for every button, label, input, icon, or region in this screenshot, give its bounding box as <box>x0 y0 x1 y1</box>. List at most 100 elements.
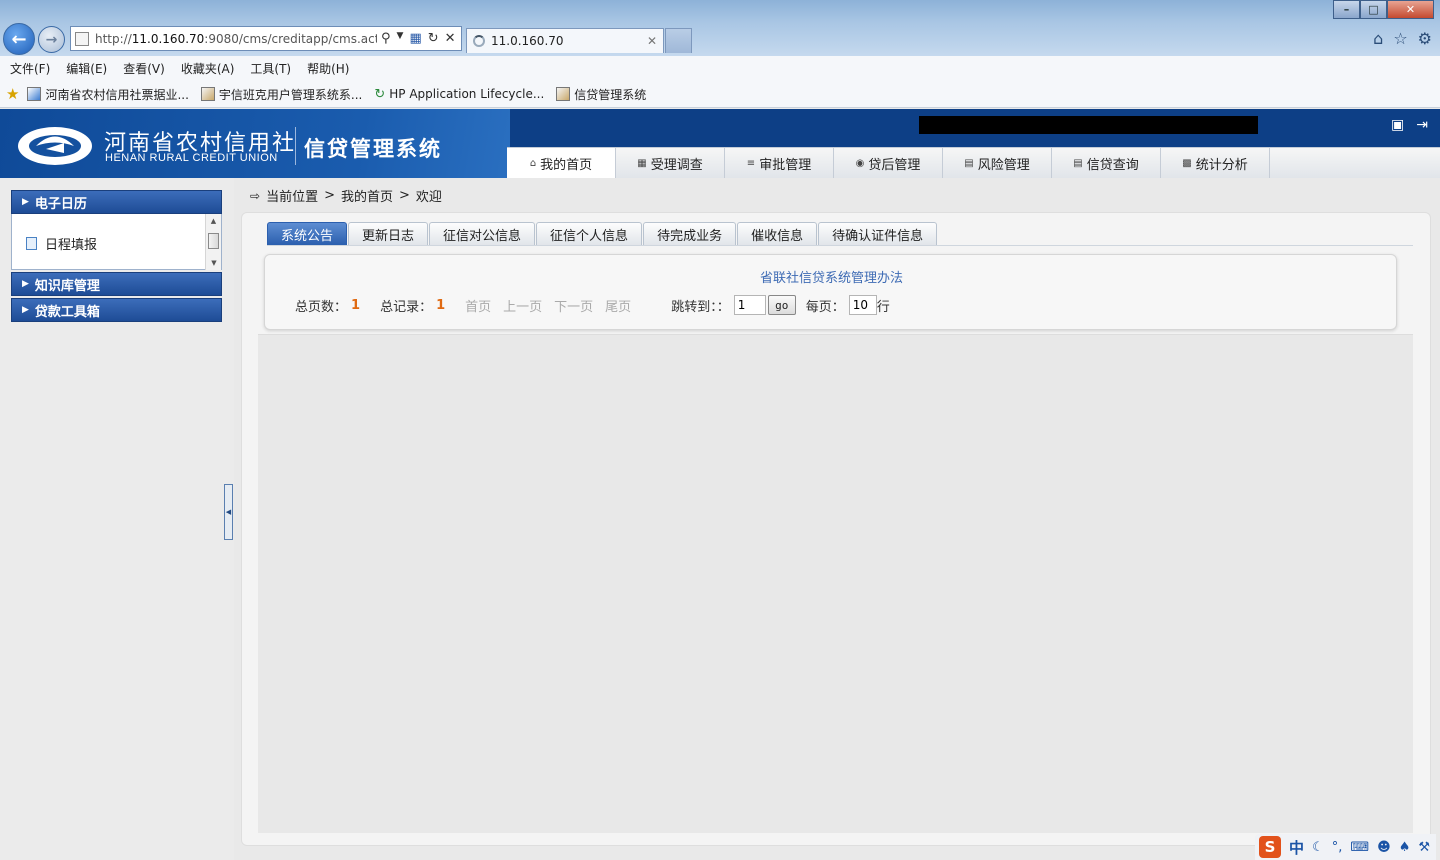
sidebar-section-loan-tools[interactable]: ▶ 贷款工具箱 <box>11 298 222 322</box>
user-icon[interactable]: ☻ <box>1377 840 1391 855</box>
wrench-icon[interactable]: ⚒ <box>1418 840 1430 855</box>
punctuation-icon[interactable]: °, <box>1332 840 1343 855</box>
new-tab-button[interactable] <box>665 28 692 53</box>
stop-icon[interactable]: ✕ <box>445 31 456 46</box>
nav-statistics[interactable]: ▩ 统计分析 <box>1161 148 1270 178</box>
tab-update-log[interactable]: 更新日志 <box>348 222 429 245</box>
moon-icon[interactable]: ☾ <box>1312 840 1324 855</box>
tab-close-icon[interactable]: ✕ <box>647 34 657 48</box>
nav-credit-query[interactable]: ▤ 信贷查询 <box>1052 148 1161 178</box>
tab-personal-credit[interactable]: 征信个人信息 <box>536 222 643 245</box>
home-icon[interactable]: ⌂ <box>1373 29 1383 48</box>
notice-title-link[interactable]: 省联社信贷系统管理办法 <box>265 267 1398 286</box>
menu-help[interactable]: 帮助(H) <box>307 60 349 77</box>
org-name-en: HENAN RURAL CREDIT UNION <box>105 152 278 164</box>
sidebar-collapse-handle[interactable]: ◀ <box>224 484 233 540</box>
search-icon[interactable]: ⚲ <box>381 31 391 46</box>
tab-corporate-credit[interactable]: 征信对公信息 <box>429 222 536 245</box>
logout-icon[interactable]: ⇥ <box>1416 117 1428 133</box>
sogou-logo-icon[interactable]: S <box>1259 836 1282 858</box>
dropdown-icon[interactable]: ▼ <box>397 31 404 46</box>
favorite-link[interactable]: ↻ HP Application Lifecycle... <box>374 87 544 102</box>
breadcrumb: ⇨ 当前位置 > 我的首页 > 欢迎 <box>250 186 442 205</box>
address-bar[interactable]: http://11.0.160.70:9080/cms/creditapp/cm… <box>70 26 462 51</box>
forward-button[interactable]: → <box>38 26 65 53</box>
back-button[interactable]: ← <box>3 23 35 55</box>
bar-chart-icon: ▩ <box>1182 157 1192 169</box>
skin-icon[interactable]: ♠ <box>1399 840 1411 855</box>
first-page-link[interactable]: 首页 <box>465 296 491 315</box>
main-nav: ⌂ 我的首页 ▦ 受理调查 ≡ 审批管理 ◉ 贷后管理 ▤ 风险管理 ▤ 信贷查询 ▩ 统计分… <box>507 147 1440 178</box>
favorites-star-icon[interactable]: ☆ <box>1393 29 1407 48</box>
content-area <box>258 334 1413 833</box>
minimize-button[interactable]: – <box>1333 0 1360 19</box>
sidebar-scrollbar[interactable]: ▲ ▼ <box>205 214 221 270</box>
menu-file[interactable]: 文件(F) <box>10 60 50 77</box>
form-icon: ▦ <box>637 157 647 169</box>
menu-favorites[interactable]: 收藏夹(A) <box>181 60 235 77</box>
caret-right-icon: ▶ <box>22 279 29 289</box>
favorite-link[interactable]: 宇信班克用户管理系统系... <box>200 86 362 103</box>
jump-page-input[interactable] <box>733 295 766 315</box>
caret-right-icon: ▶ <box>22 305 29 315</box>
browser-tab[interactable]: 11.0.160.70 ✕ <box>466 28 664 53</box>
per-page-label: 每页： <box>805 299 845 315</box>
browser-menubar: 文件(F) 编辑(E) 查看(V) 收藏夹(A) 工具(T) 帮助(H) <box>0 56 1440 81</box>
scroll-down-icon[interactable]: ▼ <box>206 256 222 270</box>
per-page-input[interactable] <box>848 295 877 315</box>
sidebar-section-knowledge[interactable]: ▶ 知识库管理 <box>11 272 222 296</box>
prev-page-link[interactable]: 上一页 <box>503 296 542 315</box>
ime-mode[interactable]: 中 <box>1289 837 1304 858</box>
sidebar-item-schedule[interactable]: 日程填报 <box>26 234 97 253</box>
total-records-label: 总记录： <box>380 299 433 315</box>
page-icon <box>75 31 89 46</box>
location-icon: ⇨ <box>250 188 261 203</box>
address-url[interactable]: http://11.0.160.70:9080/cms/creditapp/cm… <box>95 32 377 46</box>
tab-pending-business[interactable]: 待完成业务 <box>643 222 737 245</box>
document-icon: ▤ <box>1073 157 1083 169</box>
calendar-items: 日程填报 ▲ ▼ <box>11 214 222 270</box>
tab-pending-id-confirm[interactable]: 待确认证件信息 <box>818 222 938 245</box>
home-icon: ⌂ <box>529 157 537 169</box>
loading-spinner-icon <box>473 35 485 47</box>
compat-view-icon[interactable]: ▦ <box>409 31 421 46</box>
scroll-thumb[interactable] <box>208 233 219 249</box>
chart-icon: ▤ <box>964 157 974 169</box>
arrow-left-icon: ← <box>11 28 27 50</box>
keyboard-icon[interactable]: ⌨ <box>1350 840 1369 855</box>
monitor-icon[interactable]: ▣ <box>1391 117 1404 133</box>
go-button[interactable]: go <box>767 295 796 315</box>
window-close-button[interactable]: ✕ <box>1387 0 1434 19</box>
nav-approval[interactable]: ≡ 审批管理 <box>725 148 834 178</box>
browser-titlebar: ← → http://11.0.160.70:9080/cms/creditap… <box>0 0 1440 56</box>
notice-box: 省联社信贷系统管理办法 总页数： 1 总记录： 1 首页 上一页 下一页 尾页 … <box>264 254 1397 330</box>
menu-tools[interactable]: 工具(T) <box>250 60 291 77</box>
tab-collection-info[interactable]: 催收信息 <box>737 222 818 245</box>
nav-acceptance[interactable]: ▦ 受理调查 <box>616 148 725 178</box>
per-page-unit: 行 <box>876 299 890 315</box>
breadcrumb-label: 当前位置 <box>266 190 319 205</box>
document-icon <box>26 237 37 250</box>
menu-edit[interactable]: 编辑(E) <box>66 60 107 77</box>
database-icon: ◉ <box>855 157 865 169</box>
refresh-icon[interactable]: ↻ <box>428 31 439 46</box>
maximize-button[interactable]: □ <box>1360 0 1387 19</box>
menu-view[interactable]: 查看(V) <box>123 60 165 77</box>
nav-post-loan[interactable]: ◉ 贷后管理 <box>834 148 943 178</box>
favorites-star-icon[interactable]: ★ <box>6 85 19 103</box>
breadcrumb-home[interactable]: 我的首页 <box>341 186 393 205</box>
gear-icon[interactable]: ⚙ <box>1418 29 1432 48</box>
system-name: 信贷管理系统 <box>304 137 442 161</box>
page-icon <box>556 87 571 101</box>
jump-label: 跳转到：： <box>671 299 730 315</box>
nav-risk[interactable]: ▤ 风险管理 <box>943 148 1052 178</box>
tab-system-notice[interactable]: 系统公告 <box>267 222 348 245</box>
sidebar-section-calendar[interactable]: ▶ 电子日历 <box>11 190 222 214</box>
last-page-link[interactable]: 尾页 <box>605 296 631 315</box>
favorite-link[interactable]: 河南省农村信用社票据业... <box>27 86 189 103</box>
favorite-link[interactable]: 信贷管理系统 <box>556 86 646 103</box>
nav-home[interactable]: ⌂ 我的首页 <box>507 148 616 178</box>
logo-divider <box>295 127 296 165</box>
next-page-link[interactable]: 下一页 <box>554 296 593 315</box>
scroll-up-icon[interactable]: ▲ <box>206 214 221 228</box>
